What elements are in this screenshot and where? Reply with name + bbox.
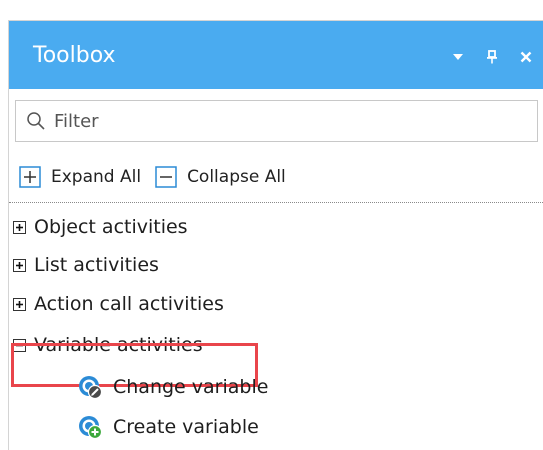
screenshot-canvas: Toolbox Filter Expand All Collapse All O… (0, 0, 543, 450)
dropdown-button[interactable] (441, 47, 475, 67)
title-controls (441, 47, 543, 67)
collapse-icon (13, 338, 26, 352)
expand-icon (13, 297, 26, 311)
panel-title: Toolbox (33, 43, 116, 68)
filter-input[interactable] (54, 107, 524, 135)
close-button[interactable] (509, 47, 543, 67)
collapse-all-label: Collapse All (187, 167, 286, 187)
tree-item-label: Object activities (34, 216, 188, 238)
search-icon (27, 112, 45, 130)
expand-icon (13, 220, 26, 234)
close-icon (520, 51, 532, 63)
tree-item-change-variable[interactable]: Change variable (77, 369, 268, 405)
tree-item-variable-activities[interactable]: Variable activities (13, 327, 203, 363)
expand-all-label: Expand All (51, 167, 142, 187)
tree-item-create-variable[interactable]: Create variable (77, 409, 259, 445)
tree-item-label: Variable activities (34, 334, 203, 356)
pin-button[interactable] (475, 47, 509, 67)
collapse-all-button[interactable]: Collapse All (155, 166, 286, 188)
toolbar-actions: Expand All Collapse All (9, 161, 543, 193)
expand-icon (13, 258, 26, 272)
chevron-down-icon (453, 54, 463, 60)
pin-icon (487, 50, 497, 64)
filter-box[interactable] (15, 100, 538, 142)
create-variable-icon (79, 416, 103, 440)
tree-item-label: List activities (34, 254, 159, 276)
collapse-all-icon (155, 166, 177, 188)
tree-item-action-call-activities[interactable]: Action call activities (13, 286, 224, 322)
separator (9, 202, 543, 203)
panel-title-bar: Toolbox (9, 21, 543, 89)
toolbox-panel: Toolbox Filter Expand All Collapse All O… (8, 20, 543, 450)
expand-all-icon (19, 166, 41, 188)
tree-item-object-activities[interactable]: Object activities (13, 209, 188, 245)
expand-all-button[interactable]: Expand All (19, 166, 141, 188)
tree-item-label: Change variable (113, 376, 269, 398)
change-variable-icon (79, 376, 103, 400)
tree-item-list-activities[interactable]: List activities (13, 247, 159, 283)
tree-item-label: Create variable (113, 416, 259, 438)
top-gap (0, 0, 543, 22)
tree-item-label: Action call activities (34, 293, 224, 315)
